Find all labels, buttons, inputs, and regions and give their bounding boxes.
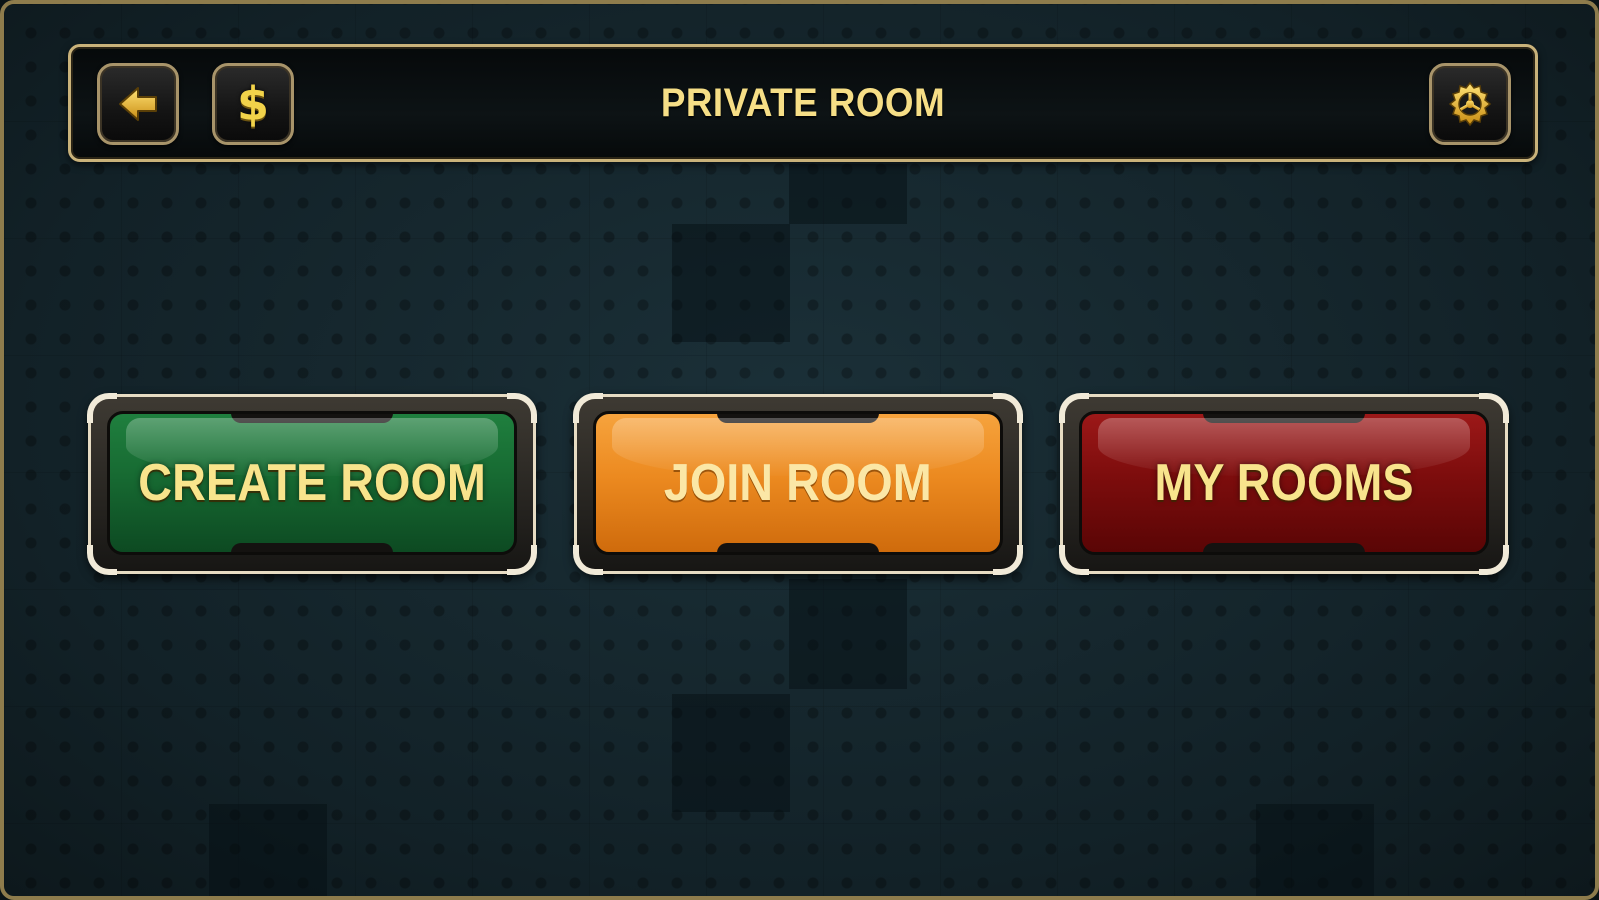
join-room-face: JOIN ROOM bbox=[593, 411, 1003, 555]
back-button[interactable] bbox=[97, 63, 179, 145]
background-tile bbox=[672, 694, 790, 812]
background-tile bbox=[1256, 804, 1374, 896]
gear-icon bbox=[1448, 81, 1492, 127]
my-rooms-face: MY ROOMS bbox=[1079, 411, 1489, 555]
background-tile bbox=[209, 804, 327, 896]
private-room-screen: $ PRIVATE ROOM CREATE ROOM JOIN ROOM MY … bbox=[0, 0, 1599, 900]
top-bar: $ PRIVATE ROOM bbox=[68, 44, 1538, 162]
background-tile bbox=[789, 579, 907, 689]
background-tile bbox=[789, 164, 907, 224]
settings-button[interactable] bbox=[1429, 63, 1511, 145]
create-room-button[interactable]: CREATE ROOM bbox=[87, 393, 537, 575]
my-rooms-button[interactable]: MY ROOMS bbox=[1059, 393, 1509, 575]
dollar-icon: $ bbox=[236, 77, 269, 131]
my-rooms-label: MY ROOMS bbox=[1154, 454, 1414, 512]
create-room-face: CREATE ROOM bbox=[107, 411, 517, 555]
create-room-label: CREATE ROOM bbox=[138, 454, 486, 512]
join-room-label: JOIN ROOM bbox=[664, 454, 932, 512]
page-title: PRIVATE ROOM bbox=[660, 80, 946, 125]
coin-shop-button[interactable]: $ bbox=[212, 63, 294, 145]
join-room-button[interactable]: JOIN ROOM bbox=[573, 393, 1023, 575]
arrow-left-icon bbox=[119, 87, 157, 121]
background-tile bbox=[672, 224, 790, 342]
